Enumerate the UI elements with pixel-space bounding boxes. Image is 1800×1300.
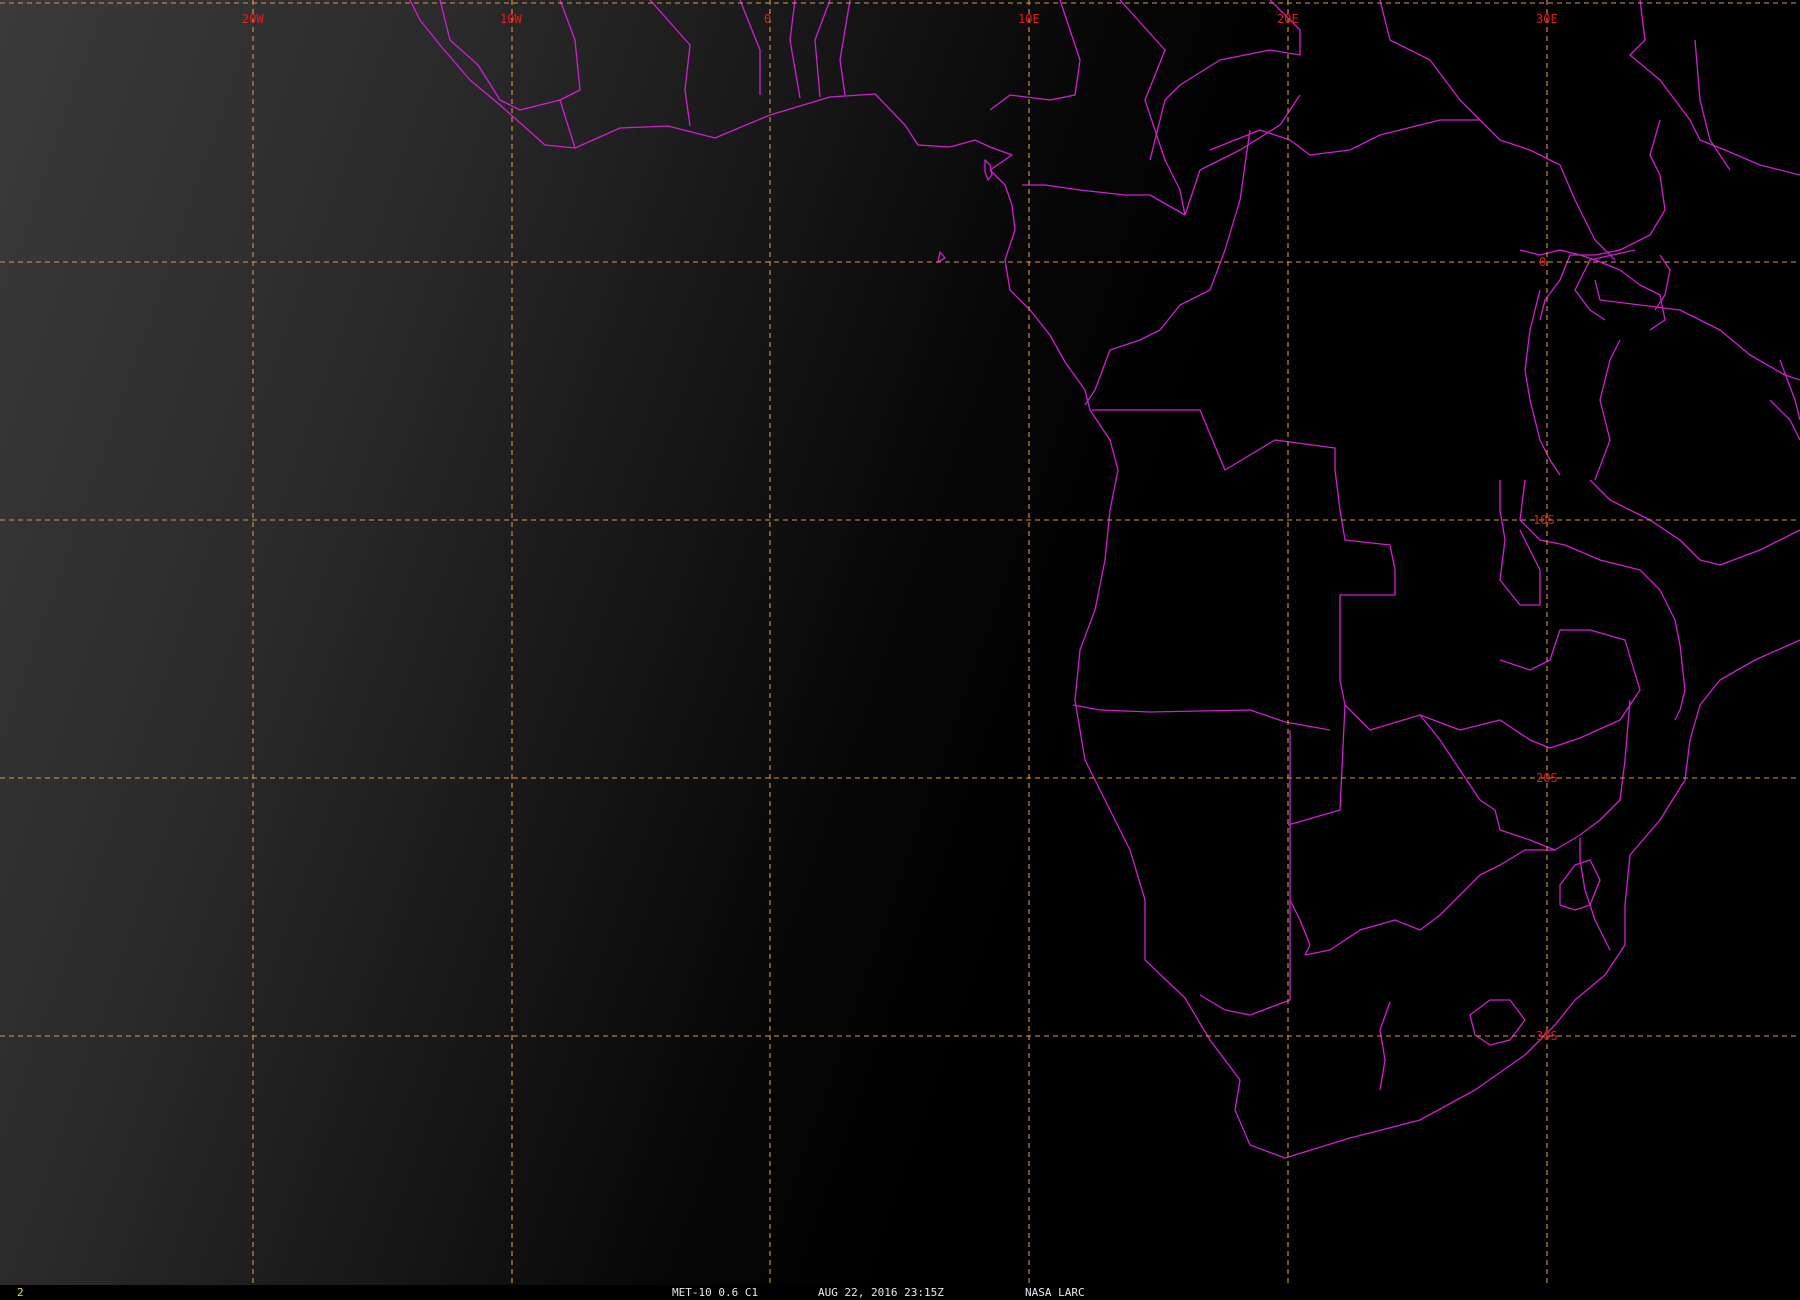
lon-label-10W: 10W — [500, 12, 522, 26]
status-bar: 2 MET-10 0.6 C1 AUG 22, 2016 23:15Z NASA… — [0, 1285, 1800, 1300]
lat-label-10S: 10S — [1533, 513, 1555, 527]
lat-label-20S: 20S — [1536, 771, 1558, 785]
satellite-image-viewer: 20W 10W 0 10E 20E 30E 0 10S 20S 30S 2 ME… — [0, 0, 1800, 1300]
organization-label: NASA LARC — [1025, 1286, 1085, 1299]
lon-label-0: 0 — [764, 12, 771, 26]
satellite-product-label: MET-10 0.6 C1 — [672, 1286, 759, 1299]
datetime-label: AUG 22, 2016 23:15Z — [818, 1286, 944, 1299]
satellite-map: 20W 10W 0 10E 20E 30E 0 10S 20S 30S — [0, 0, 1800, 1285]
frame-number: 2 — [17, 1286, 24, 1299]
lat-label-0: 0 — [1539, 255, 1546, 269]
lon-label-20W: 20W — [242, 12, 264, 26]
lon-label-10E: 10E — [1018, 12, 1040, 26]
ocean-background — [0, 0, 1800, 1285]
lat-label-30S: 30S — [1536, 1029, 1558, 1043]
lon-label-20E: 20E — [1277, 12, 1299, 26]
lon-label-30E: 30E — [1536, 12, 1558, 26]
